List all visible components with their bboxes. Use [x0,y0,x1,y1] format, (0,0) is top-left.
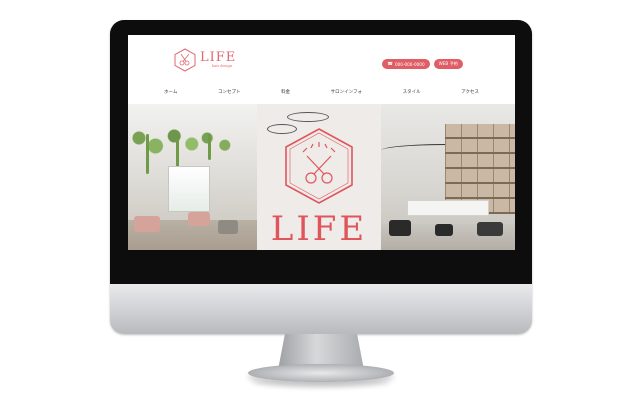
nav-item-style[interactable]: スタイル [403,89,421,95]
salon-chair [477,222,503,236]
vine [176,138,179,168]
salon-chair [134,216,160,232]
nav-item-concept[interactable]: コンセプト [218,89,241,95]
scissors-hexagon-icon [285,128,353,204]
web-reserve-button[interactable]: WEB 予約 [433,59,463,69]
nav-item-access[interactable]: アクセス [461,89,479,95]
hero-logo-panel: LIFE [257,104,381,250]
hero-brand-text: LIFE [270,209,368,249]
nav-item-price[interactable]: 料金 [281,89,290,95]
hero-section: LIFE [128,104,515,250]
site-header: LIFE hair design ☎ 000-000-0000 WEB 予約 [128,35,515,83]
logo-tagline: hair design [212,64,232,69]
salon-window [168,166,210,212]
header-actions: ☎ 000-000-0000 WEB 予約 [382,59,463,69]
website-screen: LIFE hair design ☎ 000-000-0000 WEB 予約 ホ… [128,35,515,250]
hanging-plants [128,122,238,162]
main-nav: ホーム コンセプト 料金 サロンインフォ スタイル アクセス [164,89,479,95]
vine [146,134,149,174]
salon-chair [389,220,411,236]
reserve-label: WEB 予約 [438,61,458,66]
hero-photo-left [128,104,257,250]
nav-item-salon-info[interactable]: サロンインフォ [331,89,362,95]
salon-chair [435,224,453,236]
pendant-lamp [287,112,329,122]
phone-label: 000-000-0000 [394,61,425,67]
phone-button[interactable]: ☎ 000-000-0000 [382,59,430,69]
phone-icon: ☎ [387,61,393,67]
scissors-hexagon-icon [174,48,196,72]
salon-chair [188,212,210,226]
site-logo[interactable]: LIFE hair design [174,48,236,72]
salon-chair [218,220,238,234]
nav-item-home[interactable]: ホーム [164,89,177,95]
vine [208,134,211,160]
hero-photo-right [381,104,515,250]
wash-counter [407,200,489,216]
monitor-stand-base [248,364,394,382]
logo-name: LIFE [200,50,237,66]
monitor-chin [110,284,532,334]
desktop-mockup: LIFE hair design ☎ 000-000-0000 WEB 予約 ホ… [0,0,640,400]
